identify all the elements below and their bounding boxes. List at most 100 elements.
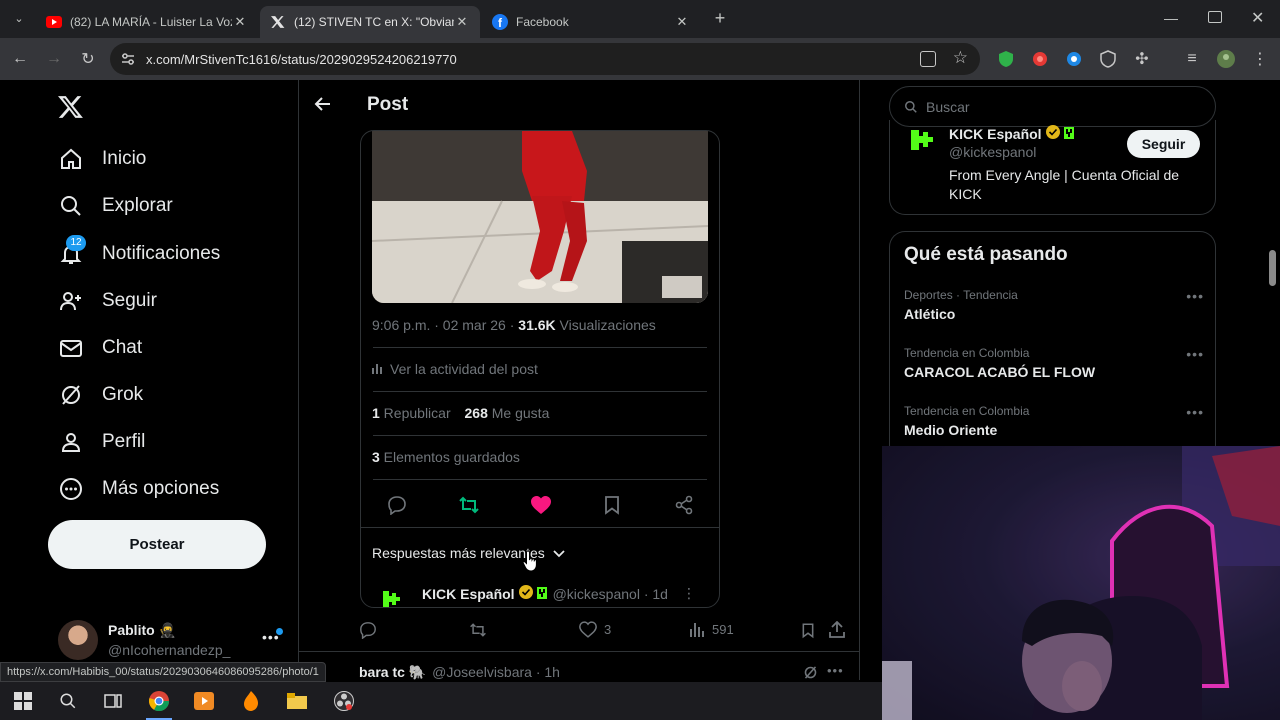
post-timestamp: 9:06 p.m. · 02 mar 26 · 31.6K Visualizac… (372, 317, 656, 333)
reply-author[interactable]: KICK Español (422, 586, 515, 602)
post-stats: 1 Republicar 268 Me gusta (372, 405, 549, 421)
more-dots-icon[interactable]: ••• (1186, 404, 1204, 420)
sidebar-item-grok[interactable]: Grok (58, 375, 143, 415)
divider (373, 479, 707, 480)
fl-studio-icon[interactable] (240, 690, 262, 712)
search-icon (58, 193, 84, 219)
tab-facebook[interactable]: f Facebook ✕ (482, 6, 700, 38)
sidebar-item-chat[interactable]: Chat (58, 328, 142, 368)
kick-avatar[interactable] (908, 130, 938, 156)
task-view-icon[interactable] (102, 690, 124, 712)
sidebar-item-explorar[interactable]: Explorar (58, 186, 173, 226)
new-tab-button[interactable]: + (710, 8, 730, 28)
tab-title: (82) LA MARÍA - Luister La Voz (70, 15, 232, 29)
likes-stat[interactable]: 268 Me gusta (465, 405, 550, 421)
like-heart-icon[interactable] (530, 495, 552, 520)
quoted-post[interactable]: 9:06 p.m. · 02 mar 26 · 31.6K Visualizac… (360, 130, 720, 608)
reload-icon[interactable]: ↻ (78, 49, 98, 69)
media-player-icon[interactable] (193, 690, 215, 712)
close-tab-icon[interactable]: ✕ (232, 14, 248, 30)
privacy-extension-icon[interactable] (1098, 49, 1118, 69)
outer-views-button[interactable]: 591 (690, 621, 734, 637)
follow-button[interactable]: Seguir (1127, 130, 1200, 158)
trend-item[interactable]: Tendencia en Colombia CARACOL ACABÓ EL F… (904, 346, 1204, 380)
minimize-icon[interactable]: — (1164, 10, 1184, 26)
close-tab-icon[interactable]: ✕ (674, 14, 690, 30)
back-arrow-icon[interactable] (313, 94, 333, 120)
windows-start-icon[interactable] (12, 690, 34, 712)
reply-icon[interactable] (387, 495, 407, 520)
sidebar-item-mas-opciones[interactable]: Más opciones (58, 469, 219, 509)
tab-title: (12) STIVEN TC en X: "Obviame (294, 15, 454, 29)
site-info-icon[interactable] (120, 51, 136, 67)
shield-extension-icon[interactable] (996, 49, 1016, 69)
home-icon (58, 146, 84, 172)
unread-dot (276, 628, 283, 635)
post-button[interactable]: Postear (48, 520, 266, 569)
views-count: 31.6K (518, 317, 556, 333)
kick-avatar[interactable] (381, 589, 405, 607)
more-vertical-icon[interactable]: ⋮ (682, 585, 696, 602)
forward-arrow-icon[interactable]: → (44, 49, 64, 69)
grok-icon (58, 382, 84, 408)
outer-repost-button[interactable] (469, 621, 491, 639)
trend-item[interactable]: Tendencia en Colombia Medio Oriente ••• (904, 404, 1204, 438)
x-logo-icon[interactable] (58, 94, 86, 122)
address-bar[interactable]: x.com/MrStivenTc1616/status/202902952420… (110, 43, 980, 75)
trends-title: Qué está pasando (904, 244, 1068, 265)
more-dots-icon[interactable]: ••• (827, 663, 844, 678)
outer-reply-button[interactable] (359, 621, 381, 639)
bookmarks-stat[interactable]: 3 Elementos guardados (372, 449, 520, 465)
tab-title: Facebook (516, 15, 569, 29)
sidebar-item-notificaciones[interactable]: 12 Notificaciones (58, 234, 220, 274)
obs-icon[interactable] (333, 690, 355, 712)
tab-youtube[interactable]: (82) LA MARÍA - Luister La Voz ✕ (36, 6, 258, 38)
follow-suggestion-name[interactable]: KICK Español (949, 125, 1074, 142)
reposts-stat[interactable]: 1 Republicar (372, 405, 451, 421)
next-tweet-header[interactable]: bara tc 🐘 @Joseelvisbara · 1h (359, 664, 560, 681)
browser-menu-icon[interactable]: ⋮ (1250, 49, 1270, 69)
close-tab-icon[interactable]: ✕ (454, 14, 470, 30)
hand-cursor-icon (522, 550, 540, 577)
window-close-icon[interactable]: ✕ (1251, 8, 1267, 28)
media-control-icon[interactable]: ≡ (1182, 49, 1202, 69)
restore-icon[interactable] (1208, 11, 1222, 23)
back-arrow-icon[interactable]: ← (10, 49, 30, 69)
outer-bookmark-icon[interactable] (801, 622, 815, 644)
sidebar-item-label: Explorar (102, 195, 173, 216)
youtube-icon (46, 14, 62, 30)
tab-search-icon[interactable]: ⌄ (10, 10, 28, 28)
heart-icon (579, 621, 597, 638)
bookmark-star-icon[interactable]: ☆ (953, 48, 968, 68)
taskbar-search-icon[interactable] (57, 690, 79, 712)
more-dots-icon[interactable]: ••• (1186, 346, 1204, 362)
outer-like-button[interactable]: 3 (579, 621, 611, 638)
install-app-icon[interactable] (920, 51, 936, 67)
profile-avatar-icon[interactable] (1216, 49, 1236, 69)
views-chart-icon (690, 623, 704, 637)
share-icon[interactable] (674, 495, 694, 520)
bar-chart-icon (372, 361, 384, 377)
sidebar-item-inicio[interactable]: Inicio (58, 139, 146, 179)
sidebar-item-seguir[interactable]: Seguir (58, 281, 157, 321)
browser-tab-bar: ⌄ (82) LA MARÍA - Luister La Voz ✕ (12) … (0, 0, 1280, 38)
blue-extension-icon[interactable] (1064, 49, 1084, 69)
scrollbar-thumb[interactable] (1269, 250, 1276, 286)
extensions-puzzle-icon[interactable]: ✣ (1132, 49, 1152, 69)
file-explorer-icon[interactable] (286, 690, 308, 712)
more-dots-icon[interactable]: ••• (1186, 288, 1204, 304)
record-extension-icon[interactable] (1030, 49, 1050, 69)
chrome-icon[interactable] (148, 690, 170, 712)
sidebar-item-perfil[interactable]: Perfil (58, 422, 145, 462)
post-activity-link[interactable]: Ver la actividad del post (372, 361, 538, 377)
trend-item[interactable]: Deportes · Tendencia Atlético ••• (904, 288, 1204, 322)
bookmark-icon[interactable] (603, 495, 621, 520)
account-switcher[interactable]: Pablito 🥷 @nIcohernandezp_ ••• (58, 620, 288, 664)
reply-header: KICK Español @kickespanol · 1d ⋮ (422, 585, 696, 602)
tab-x-post[interactable]: (12) STIVEN TC en X: "Obviame ✕ (260, 6, 480, 38)
sidebar-item-label: Grok (102, 384, 144, 405)
post-media-image[interactable] (372, 131, 708, 303)
outer-share-icon[interactable] (829, 620, 845, 643)
follow-suggestion-handle: @kickespanol (949, 144, 1037, 160)
repost-icon[interactable] (458, 495, 480, 520)
